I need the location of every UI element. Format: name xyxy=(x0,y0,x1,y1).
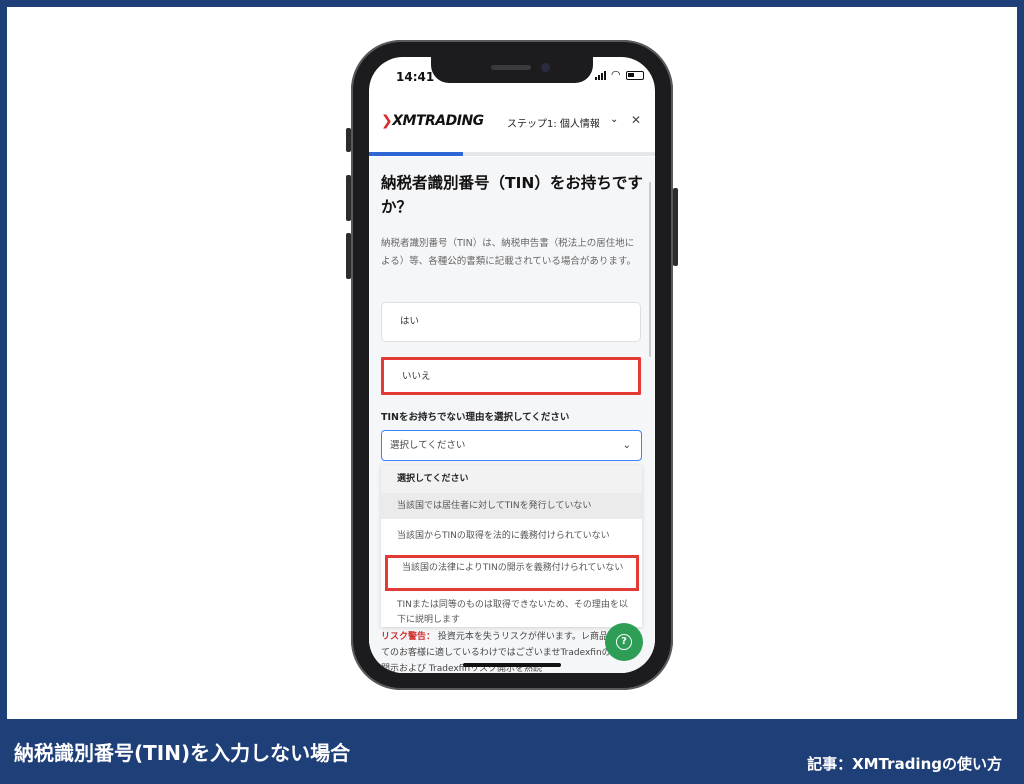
progress-fill xyxy=(369,152,464,156)
phone-power-button xyxy=(673,188,678,266)
dropdown-option[interactable]: 当該国では居住者に対してTINを発行していない xyxy=(381,493,642,519)
option-no[interactable]: いいえ xyxy=(381,357,641,395)
logo-text: XMTRADING xyxy=(392,113,484,129)
question-icon: ? xyxy=(616,634,632,650)
option-yes[interactable]: はい xyxy=(381,302,641,342)
question-description: 納税者識別番号（TIN）は、納税申告書（税法上の居住地による）等、各種公的書類に… xyxy=(381,238,636,267)
front-camera xyxy=(541,63,550,72)
step-indicator[interactable]: ステップ1: 個人情報 xyxy=(507,115,600,130)
dropdown-option-highlighted[interactable]: 当該国の法律によりTINの開示を義務付けられていない xyxy=(385,555,639,591)
app-header: ❯XMTRADING ステップ1: 個人情報 ⌄ ✕ xyxy=(369,109,655,143)
scrollbar[interactable] xyxy=(649,182,651,357)
logo-mark-icon: ❯ xyxy=(381,113,393,129)
help-button[interactable]: ? xyxy=(605,623,643,661)
home-indicator xyxy=(463,663,561,667)
xmtrading-logo: ❯XMTRADING xyxy=(381,113,484,129)
footer-title: 納税識別番号(TIN)を入力しない場合 xyxy=(14,741,351,765)
reason-select-value: 選択してください xyxy=(390,440,466,451)
dropdown-option[interactable]: 当該国からTINの取得を法的に義務付けられていない xyxy=(381,523,642,549)
close-icon[interactable]: ✕ xyxy=(631,113,641,127)
chevron-down-icon: ⌄ xyxy=(622,440,631,451)
risk-warning-label: リスク警告： xyxy=(381,632,436,642)
reason-dropdown: 選択してください 当該国では居住者に対してTINを発行していない 当該国からTI… xyxy=(381,465,642,627)
reason-select-label: TINをお持ちでない理由を選択してください xyxy=(381,412,570,423)
phone-notch xyxy=(431,57,593,83)
battery-icon xyxy=(625,70,644,80)
phone-screen: 14:41 ◠ ❯XMTRADING ステップ1: 個人情報 ⌄ ✕ 納税者識別… xyxy=(369,57,655,673)
footer-credit: 記事：XMTradingの使い方 xyxy=(807,755,1002,773)
wifi-icon: ◠ xyxy=(611,68,621,81)
progress-bar xyxy=(369,152,655,156)
speaker-grille xyxy=(491,65,531,70)
status-time: 14:41 xyxy=(396,70,435,84)
question-title: 納税者識別番号（TIN）をお持ちですか？ xyxy=(381,174,643,216)
dropdown-option[interactable]: 選択してください xyxy=(381,465,642,493)
reason-select[interactable]: 選択してください ⌄ xyxy=(381,430,642,461)
form-content: 納税者識別番号（TIN）をお持ちですか？ 納税者識別番号（TIN）は、納税申告書… xyxy=(369,157,655,673)
dropdown-option[interactable]: TINまたは同等のものは取得できないため、その理由を以下に説明します xyxy=(381,595,642,627)
status-icons: ◠ xyxy=(595,68,644,81)
chevron-down-icon[interactable]: ⌄ xyxy=(610,114,618,125)
signal-icon xyxy=(595,70,606,80)
